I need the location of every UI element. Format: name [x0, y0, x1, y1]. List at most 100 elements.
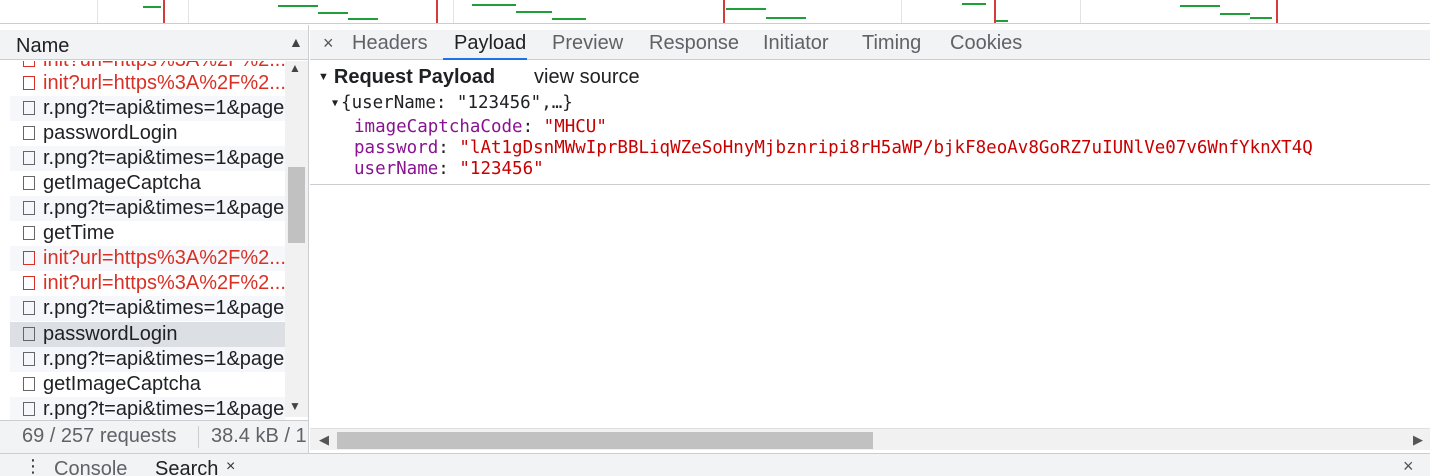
request-type-icon — [23, 201, 35, 215]
request-row[interactable]: r.png?t=api&times=1&page=... — [10, 96, 285, 121]
close-tab-icon[interactable]: × — [226, 458, 235, 476]
request-row[interactable]: init?url=https%3A%2F%2... — [10, 271, 285, 296]
network-waterfall-overview[interactable] — [0, 0, 1430, 24]
request-name: r.png?t=api&times=1&page=... — [43, 147, 285, 169]
section-divider — [310, 184, 1430, 185]
request-type-icon — [23, 402, 35, 416]
property-key: imageCaptchaCode — [354, 117, 523, 137]
request-name: r.png?t=api&times=1&page=... — [43, 97, 285, 119]
scroll-right-icon[interactable]: ▶ — [1413, 432, 1423, 448]
request-row[interactable]: getTime — [10, 221, 285, 246]
scroll-left-icon[interactable]: ◀ — [319, 432, 329, 448]
request-type-icon — [23, 377, 35, 391]
network-summary-bar: 69 / 257 requests 38.4 kB / 1 — [0, 420, 308, 453]
property-value: "123456" — [459, 159, 544, 179]
waterfall-bar — [766, 17, 806, 19]
payload-object-summary[interactable]: ▼ {userName: "123456",…} — [332, 93, 573, 113]
tab-cookies[interactable]: Cookies — [950, 32, 1022, 55]
scroll-up-icon[interactable]: ▲ — [289, 61, 301, 75]
request-name: getTime — [43, 222, 115, 244]
waterfall-gridline — [97, 0, 98, 23]
waterfall-gridline — [453, 0, 454, 23]
waterfall-bar — [472, 4, 516, 6]
request-row[interactable]: r.png?t=api&times=1&page=... — [10, 397, 285, 421]
tab-timing[interactable]: Timing — [862, 32, 921, 55]
request-type-icon — [23, 226, 35, 240]
close-details-icon[interactable]: × — [323, 33, 334, 54]
request-list-scrollbar[interactable]: ▲ ▼ — [285, 61, 308, 417]
waterfall-load-marker — [436, 0, 438, 23]
drawer-tab-console[interactable]: Console — [54, 458, 127, 476]
waterfall-bar — [318, 12, 348, 14]
property-value: "MHCU" — [543, 117, 607, 137]
waterfall-load-marker — [163, 0, 165, 23]
tab-payload[interactable]: Payload — [454, 32, 526, 55]
request-row[interactable]: r.png?t=api&times=1&page=... — [10, 196, 285, 221]
request-row[interactable]: r.png?t=api&times=1&page=... — [10, 347, 285, 372]
transferred-size: 38.4 kB / 1 — [211, 425, 307, 447]
waterfall-bar — [278, 5, 318, 7]
request-name: init?url=https%3A%2F%2... — [43, 272, 285, 294]
payload-property: imageCaptchaCode: "MHCU" — [354, 117, 607, 137]
request-row[interactable]: getImageCaptcha — [10, 171, 285, 196]
waterfall-bar — [1180, 5, 1220, 7]
request-type-icon — [23, 126, 35, 140]
request-payload-section-header[interactable]: ▼ Request Payload view source — [318, 66, 640, 89]
expand-triangle-icon[interactable]: ▼ — [332, 98, 338, 109]
payload-property: password: "lAt1gDsnMWwIprBBLiqWZeSoHnyMj… — [354, 138, 1313, 158]
property-key: password — [354, 138, 439, 158]
sort-ascending-icon[interactable]: ▲ — [289, 34, 303, 50]
payload-property: userName: "123456" — [354, 159, 544, 179]
scrollbar-thumb[interactable] — [288, 167, 305, 243]
request-name: init?url=https%3A%2F%2... — [43, 247, 285, 269]
request-name: passwordLogin — [43, 323, 178, 345]
request-row[interactable]: init?url=https%3A%2F%2... — [10, 71, 285, 96]
horizontal-scrollbar[interactable]: ◀ ▶ — [310, 428, 1430, 450]
waterfall-bar — [726, 8, 766, 10]
property-value: "lAt1gDsnMWwIprBBLiqWZeSoHnyMjbznripi8rH… — [459, 138, 1313, 158]
request-name: init?url=https%3A%2F%2... — [43, 72, 285, 94]
property-key: userName — [354, 159, 439, 179]
view-source-link[interactable]: view source — [534, 66, 640, 89]
drawer-menu-icon[interactable]: ⋮ — [24, 456, 42, 476]
waterfall-load-marker — [1276, 0, 1278, 23]
request-row[interactable]: init?url=https%3A%2F%2... — [10, 246, 285, 271]
waterfall-bar — [1250, 17, 1272, 19]
name-column-label: Name — [16, 35, 70, 57]
request-type-icon — [23, 151, 35, 165]
tab-preview[interactable]: Preview — [552, 32, 623, 55]
request-row[interactable]: r.png?t=api&times=1&page=... — [10, 146, 285, 171]
details-tab-bar: × Headers Payload Preview Response Initi… — [310, 30, 1430, 60]
waterfall-bar — [962, 3, 986, 5]
waterfall-load-marker — [723, 0, 725, 23]
tab-initiator[interactable]: Initiator — [763, 32, 829, 55]
tab-headers[interactable]: Headers — [352, 32, 428, 55]
waterfall-gridline — [901, 0, 902, 23]
request-name: getImageCaptcha — [43, 373, 201, 395]
request-row[interactable]: r.png?t=api&times=1&page=... — [10, 296, 285, 321]
scroll-down-icon[interactable]: ▼ — [289, 399, 301, 413]
drawer-tab-search[interactable]: Search — [155, 458, 218, 476]
name-column-header[interactable]: Name ▲ — [0, 30, 308, 60]
object-preview: {userName: "123456",…} — [341, 93, 573, 113]
request-type-icon — [23, 76, 35, 90]
request-row[interactable]: passwordLogin — [10, 121, 285, 146]
request-type-icon — [23, 276, 35, 290]
request-row-selected[interactable]: passwordLogin — [10, 322, 285, 347]
waterfall-gridline — [188, 0, 189, 23]
active-tab-indicator — [443, 58, 527, 60]
request-list-pane: Name ▲ init?url=https%3A%2F%2... init?ur… — [0, 25, 309, 453]
request-details-pane: × Headers Payload Preview Response Initi… — [310, 25, 1430, 453]
close-drawer-icon[interactable]: × — [1403, 456, 1414, 476]
waterfall-bar — [348, 18, 378, 20]
waterfall-gridline — [1080, 0, 1081, 23]
tab-response[interactable]: Response — [649, 32, 739, 55]
scrollbar-thumb[interactable] — [337, 432, 873, 449]
expand-triangle-icon[interactable]: ▼ — [318, 71, 329, 83]
waterfall-bar — [996, 20, 1008, 22]
request-row[interactable]: getImageCaptcha — [10, 372, 285, 397]
request-name: r.png?t=api&times=1&page=... — [43, 398, 285, 420]
request-name: r.png?t=api&times=1&page=... — [43, 348, 285, 370]
request-type-icon — [23, 101, 35, 115]
waterfall-bar — [143, 6, 161, 8]
